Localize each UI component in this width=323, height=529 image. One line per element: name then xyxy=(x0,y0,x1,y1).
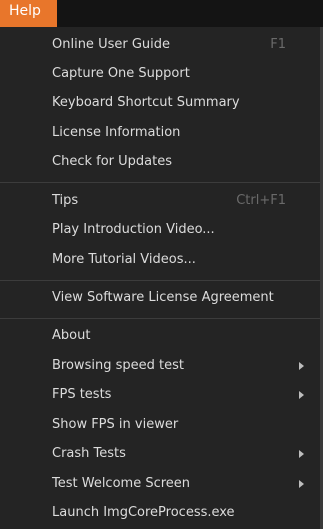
menu-help[interactable]: Help xyxy=(0,0,57,27)
menu-item-fps-tests[interactable]: FPS tests xyxy=(0,380,320,409)
menu-item-keyboard-shortcut-summary[interactable]: Keyboard Shortcut Summary xyxy=(0,88,320,117)
menu-item-label: Capture One Support xyxy=(52,66,190,81)
menu-item-online-user-guide[interactable]: Online User Guide F1 xyxy=(0,30,320,59)
menu-item-label: View Software License Agreement xyxy=(52,290,274,305)
menu-item-crash-tests[interactable]: Crash Tests xyxy=(0,439,320,468)
menu-item-shortcut: Ctrl+F1 xyxy=(236,193,286,208)
menu-item-label: Play Introduction Video... xyxy=(52,222,215,237)
menu-item-capture-one-support[interactable]: Capture One Support xyxy=(0,59,320,88)
submenu-arrow-icon xyxy=(299,391,304,399)
menu-item-label: Crash Tests xyxy=(52,446,126,461)
submenu-arrow-icon xyxy=(299,480,304,488)
menu-item-shortcut: F1 xyxy=(270,37,286,52)
menu-item-play-introduction-video[interactable]: Play Introduction Video... xyxy=(0,215,320,244)
menu-item-tips[interactable]: Tips Ctrl+F1 xyxy=(0,186,320,215)
menu-item-more-tutorial-videos[interactable]: More Tutorial Videos... xyxy=(0,245,320,274)
menu-item-label: FPS tests xyxy=(52,387,112,402)
menu-item-label: License Information xyxy=(52,125,181,140)
menu-separator xyxy=(0,280,320,281)
menu-item-show-fps-in-viewer[interactable]: Show FPS in viewer xyxy=(0,410,320,439)
menu-bar: Help xyxy=(0,0,323,27)
menu-separator xyxy=(0,318,320,319)
submenu-arrow-icon xyxy=(299,362,304,370)
menu-item-check-for-updates[interactable]: Check for Updates xyxy=(0,147,320,176)
menu-item-view-software-license-agreement[interactable]: View Software License Agreement xyxy=(0,283,320,312)
menu-item-launch-imgcoreprocess[interactable]: Launch ImgCoreProcess.exe xyxy=(0,498,320,527)
menu-item-test-welcome-screen[interactable]: Test Welcome Screen xyxy=(0,469,320,498)
menu-item-label: Tips xyxy=(52,193,79,208)
menu-item-label: Online User Guide xyxy=(52,37,171,52)
menu-item-label: About xyxy=(52,328,91,343)
submenu-arrow-icon xyxy=(299,450,304,458)
help-menu-dropdown: Online User Guide F1 Capture One Support… xyxy=(0,27,323,529)
menu-item-label: Browsing speed test xyxy=(52,358,184,373)
menu-item-label: Launch ImgCoreProcess.exe xyxy=(52,505,235,520)
menu-item-about[interactable]: About xyxy=(0,321,320,350)
menu-item-label: Show FPS in viewer xyxy=(52,417,179,432)
menu-item-license-information[interactable]: License Information xyxy=(0,118,320,147)
menu-item-browsing-speed-test[interactable]: Browsing speed test xyxy=(0,351,320,380)
menu-item-label: Check for Updates xyxy=(52,154,172,169)
menu-item-label: Keyboard Shortcut Summary xyxy=(52,95,240,110)
menu-item-label: More Tutorial Videos... xyxy=(52,252,196,267)
menu-separator xyxy=(0,182,320,183)
menu-item-label: Test Welcome Screen xyxy=(52,476,191,491)
